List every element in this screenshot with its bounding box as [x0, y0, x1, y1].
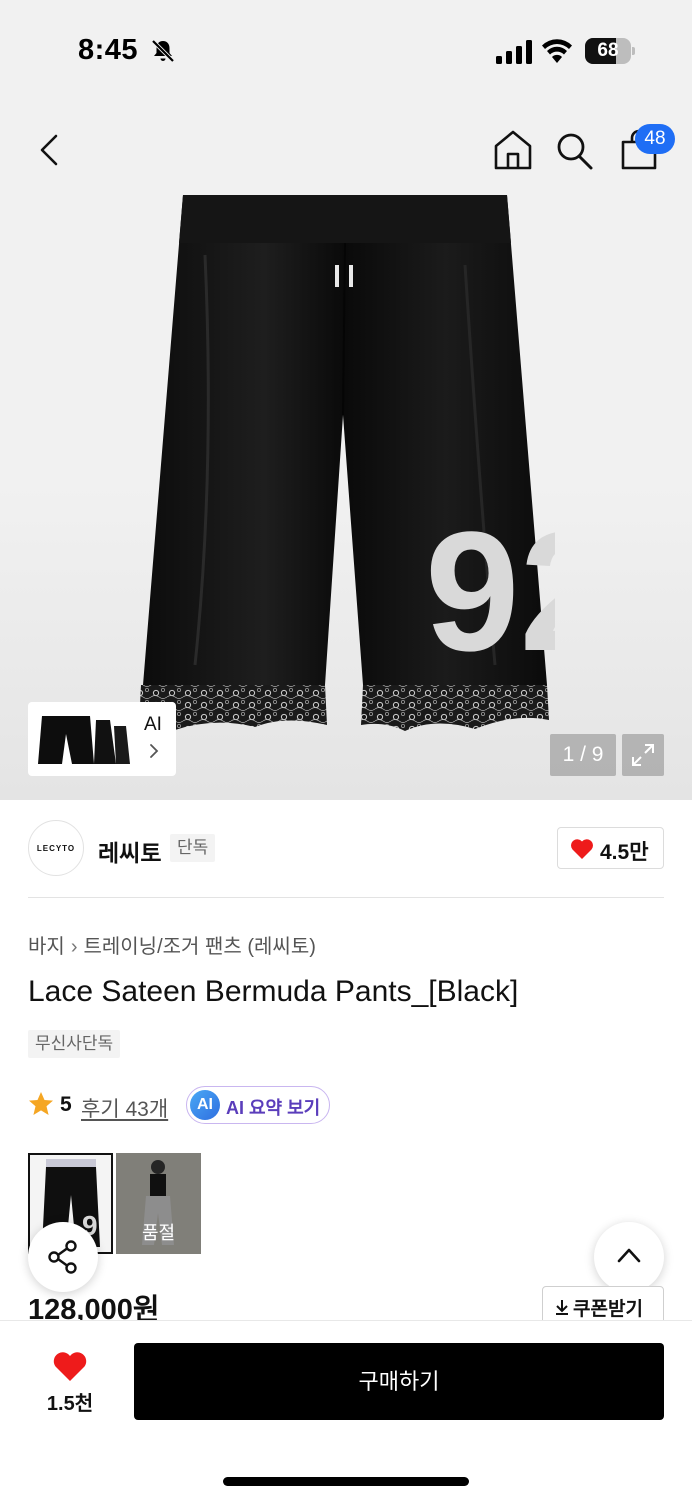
thumbnail-preview [38, 716, 130, 764]
review-count-link[interactable]: 후기 43개 [81, 1093, 168, 1123]
home-icon[interactable] [492, 128, 534, 172]
heart-icon [571, 839, 593, 859]
buy-button[interactable]: 구매하기 [134, 1343, 664, 1420]
breadcrumb: 바지 › 트레이닝/조거 팬츠 (레씨토) [28, 930, 316, 959]
brand-like-count: 4.5만 [600, 841, 649, 864]
color-option-soldout[interactable]: 품절 [116, 1153, 201, 1254]
heart-icon[interactable] [52, 1351, 88, 1383]
share-icon [48, 1240, 77, 1274]
chevron-up-icon [617, 1248, 641, 1263]
cellular-signal-icon [496, 40, 532, 64]
product-photo[interactable]: 92 [135, 195, 555, 740]
status-bar: 8:45 68 [0, 0, 692, 100]
ai-badge-icon: AI [190, 1090, 220, 1120]
soldout-overlay: 품절 [116, 1153, 201, 1254]
brand-logo[interactable]: LECYTO [28, 820, 84, 876]
back-arrow-icon[interactable] [30, 128, 70, 172]
battery-icon: 68 [585, 38, 635, 64]
battery-level: 68 [597, 40, 619, 61]
scroll-to-top-button[interactable] [594, 1222, 664, 1292]
chevron-right-icon: › [70, 936, 78, 958]
brand-like-button[interactable]: 4.5만 [557, 827, 664, 869]
ai-thumbnail-label: AI [144, 714, 162, 735]
musinsa-exclusive-tag: 무신사단독 [28, 1030, 121, 1058]
ai-summary-label: AI 요약 보기 [226, 1098, 321, 1118]
expand-image-button[interactable] [622, 734, 664, 776]
rating-value: 5 [60, 1093, 72, 1116]
download-icon [556, 1300, 568, 1315]
chevron-right-icon [150, 744, 159, 758]
image-page-counter: 1 / 9 [550, 734, 616, 776]
ai-summary-button[interactable]: AI AI 요약 보기 [186, 1086, 330, 1124]
bottom-action-bar: 1.5천 구매하기 [0, 1320, 692, 1500]
home-indicator [223, 1477, 469, 1486]
wish-count: 1.5천 [46, 1393, 94, 1415]
coupon-label: 쿠폰받기 [573, 1299, 643, 1320]
cart-count-badge[interactable]: 48 [635, 124, 675, 154]
ai-thumbnail-card[interactable]: AI [28, 702, 176, 776]
bell-off-icon [151, 39, 175, 63]
product-title: Lace Sateen Bermuda Pants_[Black] [28, 975, 519, 1008]
product-image-gallery[interactable]: 48 92 [0, 100, 692, 800]
share-button[interactable] [28, 1222, 98, 1292]
breadcrumb-item[interactable]: 트레이닝/조거 팬츠 (레씨토) [83, 936, 315, 958]
search-icon[interactable] [554, 130, 594, 172]
brand-exclusive-tag: 단독 [170, 834, 216, 862]
jersey-number: 92 [425, 497, 555, 687]
expand-icon [632, 744, 654, 766]
wifi-icon [542, 39, 572, 63]
status-time: 8:45 [78, 34, 139, 66]
brand-name[interactable]: 레씨토 [98, 834, 161, 868]
star-icon [29, 1092, 53, 1115]
breadcrumb-item[interactable]: 바지 [28, 936, 65, 958]
divider [28, 897, 664, 898]
